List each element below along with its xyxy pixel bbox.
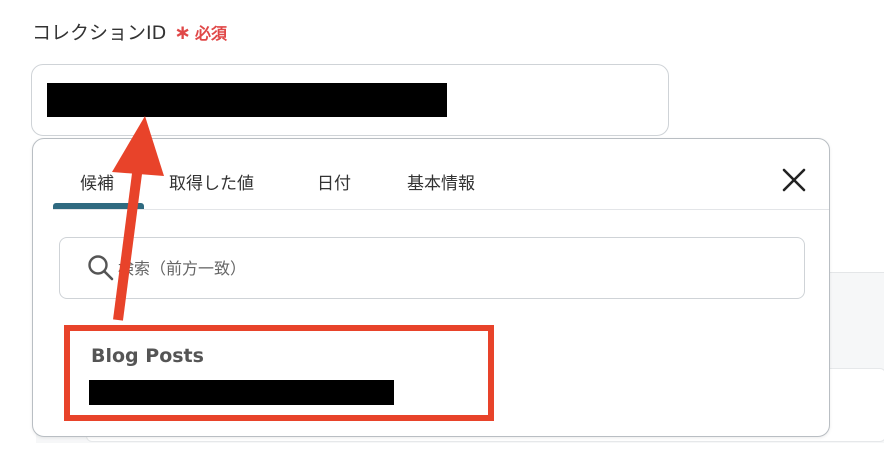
search-box bbox=[59, 237, 805, 299]
tab-date[interactable]: 日付 bbox=[317, 169, 351, 194]
required-asterisk: ∗ bbox=[174, 19, 191, 44]
search-input[interactable] bbox=[118, 252, 778, 284]
search-icon bbox=[88, 255, 114, 281]
tab-candidates[interactable]: 候補 bbox=[80, 169, 114, 194]
tab-acquired-values[interactable]: 取得した値 bbox=[169, 169, 254, 194]
field-label: コレクションID ∗ 必須 bbox=[32, 18, 227, 45]
required-label: 必須 bbox=[195, 23, 228, 43]
close-icon bbox=[782, 168, 806, 192]
option-item-blog-posts[interactable]: Blog Posts bbox=[89, 339, 489, 417]
collection-id-input[interactable] bbox=[31, 64, 669, 136]
tab-basic-info[interactable]: 基本情報 bbox=[407, 169, 475, 194]
variable-picker-popup: 候補 取得した値 日付 基本情報 Blog Posts bbox=[32, 138, 830, 437]
redacted-input-value bbox=[47, 83, 447, 117]
option-title: Blog Posts bbox=[91, 345, 204, 367]
popup-tabs: 候補 取得した値 日付 基本情報 bbox=[53, 139, 829, 210]
redacted-option-id bbox=[89, 380, 394, 405]
active-tab-indicator bbox=[53, 203, 144, 209]
close-button[interactable] bbox=[777, 163, 813, 199]
field-label-text: コレクションID bbox=[32, 22, 167, 44]
